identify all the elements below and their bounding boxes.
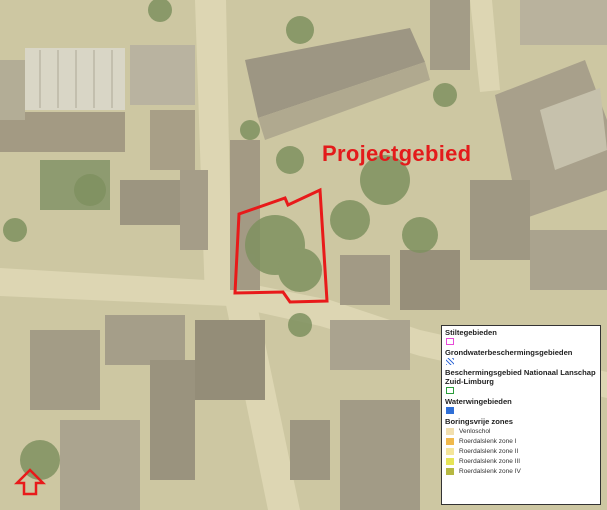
swatch-icon [446,467,454,475]
legend-item: Roerdalslenk zone III [445,456,597,466]
legend-item-label: Roerdalslenk zone II [459,447,519,455]
swatch-icon [446,447,454,455]
legend-section-grondwater: Grondwaterbeschermingsgebieden [445,348,597,365]
blue-fill-swatch-icon [446,407,454,414]
legend-title: Boringsvrije zones [445,417,513,426]
legend-title: Grondwaterbeschermingsgebieden [445,348,573,357]
legend-item: Roerdalslenk zone I [445,436,597,446]
green-outline-swatch-icon [446,387,454,394]
legend-section-waterwin: Waterwingebieden [445,397,597,414]
pink-outline-swatch-icon [446,338,454,345]
legend-item: Roerdalslenk zone II [445,446,597,456]
legend-item-label: Venloschol [459,427,491,435]
legend-section-stiltegebieden: Stiltegebieden [445,328,597,345]
legend-section-nationaal-landschap: Beschermingsgebied Nationaal Lanschap Zu… [445,368,597,394]
blue-hatch-swatch-icon [446,358,454,365]
legend-title: Waterwingebieden [445,397,512,406]
swatch-icon [446,457,454,465]
project-area-label: Projectgebied [322,141,472,166]
legend-title: Beschermingsgebied Nationaal Lanschap Zu… [445,368,596,386]
legend-title: Stiltegebieden [445,328,497,337]
legend-section-boringsvrije: Boringsvrije zones Venloschol Roerdalsle… [445,417,597,476]
legend-item: Venloschol [445,426,597,436]
legend-item-label: Roerdalslenk zone I [459,437,517,445]
legend-item-label: Roerdalslenk zone IV [459,467,521,475]
legend-item-label: Roerdalslenk zone III [459,457,521,465]
swatch-icon [446,427,454,435]
swatch-icon [446,437,454,445]
map-legend: Stiltegebieden Grondwaterbeschermingsgeb… [441,325,601,505]
legend-item: Roerdalslenk zone IV [445,466,597,476]
